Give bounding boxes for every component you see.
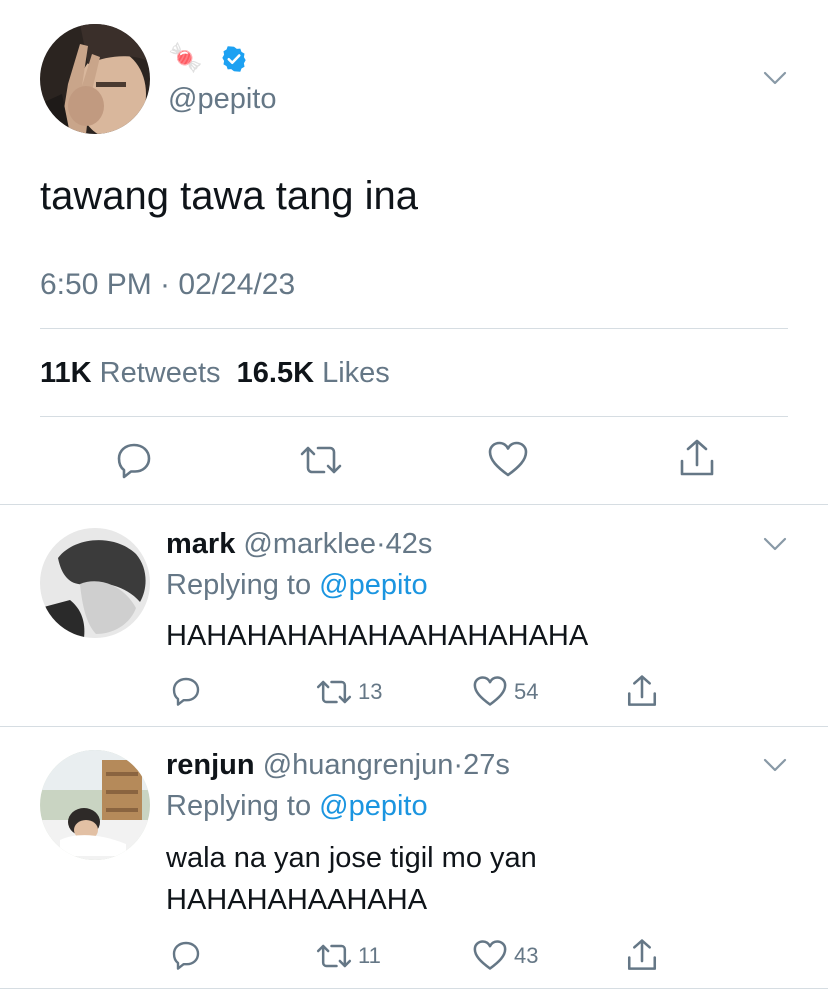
divider — [0, 726, 828, 727]
retweet-icon[interactable] — [314, 941, 354, 976]
user-handle[interactable]: @pepito — [168, 82, 276, 116]
share-icon[interactable] — [625, 673, 659, 714]
like-count: 43 — [514, 943, 539, 968]
chevron-down-icon[interactable] — [762, 757, 788, 778]
reply-text: HAHAHAHAHAHAAHAHAHAHA — [166, 620, 589, 652]
like-icon[interactable] — [472, 939, 508, 976]
likes-count: 16.5K — [236, 357, 315, 389]
reply-author-handle[interactable]: @marklee — [243, 528, 376, 560]
reply-text-line-2: HAHAHAHAAHAHA — [166, 884, 428, 916]
reply-time[interactable]: 27s — [463, 749, 510, 781]
replying-to-handle[interactable]: @pepito — [319, 569, 427, 601]
retweet-count: 11 — [358, 943, 381, 968]
retweets-count: 11K — [40, 357, 92, 389]
likes-stat[interactable]: 16.5K Likes — [237, 357, 390, 389]
divider — [40, 328, 788, 329]
replying-to: Replying to @pepito — [166, 567, 428, 603]
chevron-down-icon[interactable] — [762, 70, 788, 91]
share-icon[interactable] — [625, 937, 659, 978]
retweet-icon[interactable] — [314, 677, 354, 712]
retweet-count: 13 — [358, 679, 383, 704]
reply-icon[interactable] — [170, 675, 202, 712]
replying-to: Replying to @pepito — [166, 788, 428, 824]
like-count: 54 — [514, 679, 539, 704]
divider — [0, 988, 828, 989]
reply-icon[interactable] — [114, 440, 154, 485]
like-icon[interactable] — [472, 675, 508, 712]
reply-author-name[interactable]: mark — [166, 528, 235, 560]
tweet-stats: 11K Retweets 16.5K Likes — [40, 355, 390, 391]
display-name-emoji: 🍬 — [168, 42, 203, 73]
avatar[interactable] — [40, 528, 150, 638]
reply-author-name[interactable]: renjun — [166, 749, 255, 781]
reply-text-line-1: wala na yan jose tigil mo yan — [166, 842, 537, 874]
share-icon[interactable] — [677, 437, 717, 484]
divider — [40, 416, 788, 417]
reply-author-handle[interactable]: @huangrenjun — [263, 749, 454, 781]
separator-dot: · — [375, 528, 386, 560]
likes-label: Likes — [322, 357, 390, 389]
like-icon[interactable] — [487, 440, 529, 483]
tweet-timestamp[interactable]: 6:50 PM · 02/24/23 — [40, 266, 295, 304]
reply-time[interactable]: 42s — [386, 528, 433, 560]
separator-dot: · — [453, 749, 464, 781]
reply-header: mark @marklee·42s — [166, 526, 432, 562]
divider — [0, 504, 828, 505]
reply-icon[interactable] — [170, 939, 202, 976]
replying-to-label: Replying to — [166, 569, 312, 601]
reply-header: renjun @huangrenjun·27s — [166, 747, 510, 783]
retweet-icon[interactable] — [298, 442, 344, 483]
chevron-down-icon[interactable] — [762, 536, 788, 557]
verified-badge-icon — [220, 45, 248, 73]
tweet-text: tawang tawa tang ina — [40, 174, 419, 218]
avatar[interactable] — [40, 750, 150, 860]
retweets-label: Retweets — [99, 357, 221, 389]
retweets-stat[interactable]: 11K Retweets — [40, 357, 229, 389]
replying-to-handle[interactable]: @pepito — [319, 790, 427, 822]
replying-to-label: Replying to — [166, 790, 312, 822]
avatar[interactable] — [40, 24, 150, 134]
